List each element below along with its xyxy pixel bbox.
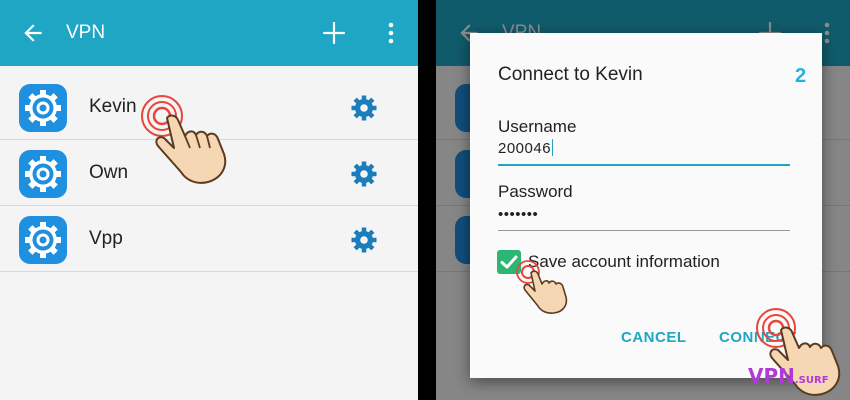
app-bar: VPN	[0, 0, 418, 66]
profile-name: Own	[89, 162, 129, 183]
gear-icon[interactable]	[350, 94, 378, 122]
settings-app-icon	[19, 84, 67, 132]
password-label: Password	[498, 182, 573, 201]
dialog-title: Connect to Kevin	[498, 64, 643, 85]
gear-icon[interactable]	[350, 226, 378, 254]
cancel-button[interactable]: CANCEL	[621, 329, 687, 346]
username-label: Username	[498, 117, 577, 136]
plus-icon[interactable]	[321, 20, 347, 46]
vpn-profile-vpp[interactable]: Vpp	[0, 206, 418, 272]
gear-icon[interactable]	[350, 160, 378, 188]
step-number: 2	[795, 65, 807, 87]
watermark-main: VPN	[748, 364, 795, 388]
username-value: 200046	[498, 140, 552, 157]
profile-name: Vpp	[89, 228, 123, 249]
page-title: VPN	[66, 22, 106, 43]
settings-app-icon	[19, 150, 67, 198]
password-underline	[498, 230, 790, 231]
vpn-surf-watermark: VPN.SURF	[748, 364, 829, 388]
text-caret	[552, 139, 554, 156]
profile-name: Kevin	[89, 96, 137, 117]
arrow-back-icon[interactable]	[20, 20, 46, 46]
password-field[interactable]: •••••••	[498, 206, 538, 223]
tap-hand-icon	[141, 95, 227, 184]
settings-app-icon	[19, 216, 67, 264]
watermark-suffix: .SURF	[794, 375, 829, 386]
tap-hand-icon	[516, 260, 568, 314]
vpn-list-screen: VPN Kevin Own Vpp	[0, 0, 418, 400]
username-field[interactable]: 200046	[498, 139, 554, 157]
connect-dialog-screen: VPN Connect to Kevin Username 200046 Pas…	[436, 0, 850, 400]
more-vert-icon[interactable]	[383, 20, 399, 46]
username-underline	[498, 164, 790, 166]
